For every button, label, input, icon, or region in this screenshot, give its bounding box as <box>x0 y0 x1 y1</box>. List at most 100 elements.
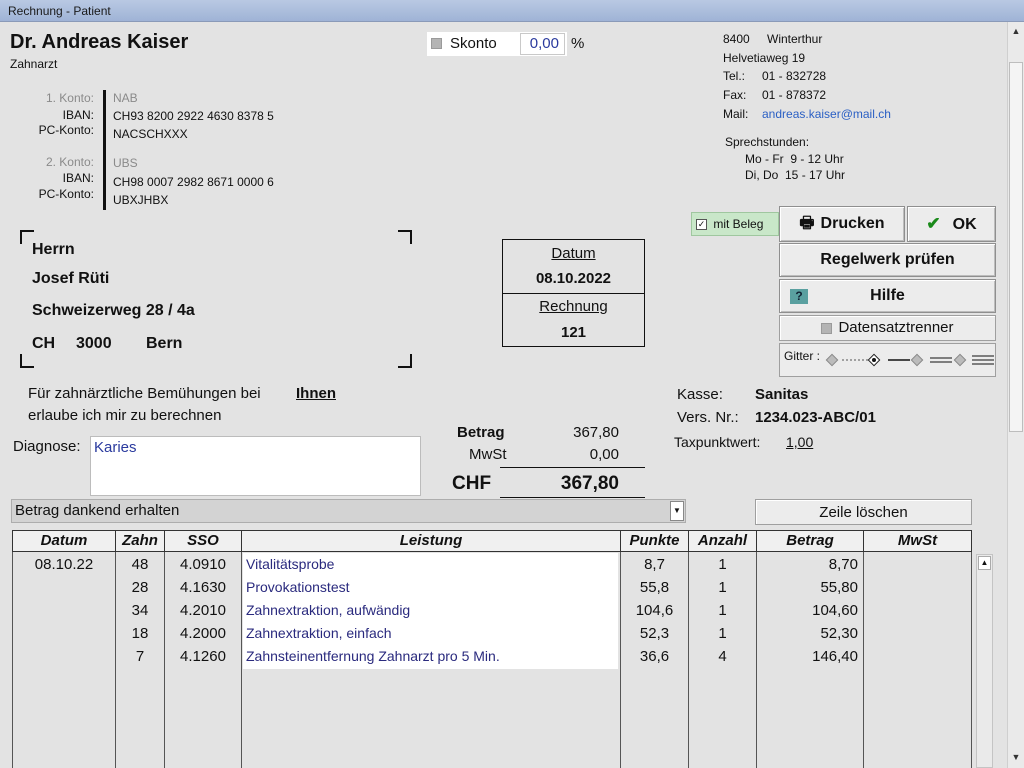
mwst-value: 0,00 <box>589 446 619 463</box>
recipient-corner-tr <box>398 230 412 244</box>
hours-line1: Mo - Fr 9 - 12 Uhr <box>745 152 844 166</box>
account1-iban-label: IBAN: <box>62 108 94 122</box>
cell-sso[interactable]: 4.1260 <box>165 648 241 665</box>
scroll-down-icon[interactable]: ▼ <box>1010 750 1022 764</box>
recipient-name: Josef Rüti <box>32 270 110 287</box>
skonto-group: Skonto 0,00 <box>427 32 567 56</box>
help-button[interactable]: ? Hilfe <box>779 279 996 313</box>
cell-punkte[interactable]: 104,6 <box>621 602 688 619</box>
status-combobox-value: Betrag dankend erhalten <box>15 502 180 519</box>
ok-check-icon: ✔ <box>926 214 941 233</box>
kasse-label: Kasse: <box>677 386 723 403</box>
cell-zahn[interactable]: 48 <box>116 556 164 573</box>
cell-sso[interactable]: 4.0910 <box>165 556 241 573</box>
cell-punkte[interactable]: 55,8 <box>621 579 688 596</box>
print-button[interactable]: 🖶 Drucken <box>779 206 905 242</box>
cell-betrag[interactable]: 55,80 <box>757 579 858 596</box>
col-header-datum[interactable]: Datum <box>12 530 116 552</box>
taxpunktwert-value[interactable]: 1,00 <box>786 434 813 450</box>
regelwerk-button[interactable]: Regelwerk prüfen <box>779 243 996 277</box>
col-header-betrag[interactable]: Betrag <box>756 530 864 552</box>
cell-punkte[interactable]: 8,7 <box>621 556 688 573</box>
cell-zahn[interactable]: 18 <box>116 625 164 642</box>
col-header-punkte[interactable]: Punkte <box>620 530 689 552</box>
cell-betrag[interactable]: 146,40 <box>757 648 858 665</box>
cell-anzahl[interactable]: 1 <box>689 602 756 619</box>
delete-row-button[interactable]: Zeile löschen <box>755 499 972 525</box>
cell-betrag[interactable]: 8,70 <box>757 556 858 573</box>
total-currency: CHF <box>452 473 492 494</box>
cell-betrag[interactable]: 52,30 <box>757 625 858 642</box>
account1-bank: NAB <box>113 91 138 105</box>
cell-zahn[interactable]: 34 <box>116 602 164 619</box>
gitter-group: Gitter : <box>779 343 996 377</box>
cell-anzahl[interactable]: 1 <box>689 625 756 642</box>
vers-value: 1234.023-ABC/01 <box>755 409 876 426</box>
account1-iban: CH93 8200 2922 4630 8378 5 <box>113 109 274 123</box>
datensatztrenner-checkbox[interactable] <box>821 322 833 334</box>
cell-leistung[interactable]: Zahnsteinentfernung Zahnarzt pro 5 Min. <box>246 648 616 664</box>
cell-betrag[interactable]: 104,60 <box>757 602 858 619</box>
account1-pc: NACSCHXXX <box>113 127 188 141</box>
cell-leistung[interactable]: Vitalitätsprobe <box>246 556 616 572</box>
tel-value: 01 - 832728 <box>762 69 827 83</box>
datensatztrenner-label: Datensatztrenner <box>838 319 954 336</box>
checkmark-icon: ✓ <box>696 219 707 231</box>
mail-link[interactable]: andreas.kaiser@mail.ch <box>762 107 891 121</box>
col-header-zahn[interactable]: Zahn <box>115 530 165 552</box>
col-header-leistung[interactable]: Leistung <box>241 530 621 552</box>
col-header-mwst[interactable]: MwSt <box>863 530 972 552</box>
cell-datum[interactable]: 08.10.22 <box>14 556 114 573</box>
cell-punkte[interactable]: 36,6 <box>621 648 688 665</box>
mit-beleg-toggle[interactable]: ✓ mit Beleg <box>691 212 779 236</box>
printer-icon: 🖶 <box>799 215 815 232</box>
page-scrollbar[interactable]: ▲ ▼ <box>1007 22 1024 768</box>
skonto-checkbox[interactable] <box>431 38 442 49</box>
recipient-salutation: Herrn <box>32 241 75 258</box>
cell-leistung[interactable]: Provokationstest <box>246 579 616 595</box>
cell-zahn[interactable]: 7 <box>116 648 164 665</box>
col-header-anzahl[interactable]: Anzahl <box>688 530 757 552</box>
intro-line1: Für zahnärztliche Bemühungen bei <box>28 385 261 402</box>
cell-leistung[interactable]: Zahnextraktion, einfach <box>246 625 616 641</box>
date-label: Datum <box>551 245 596 262</box>
help-icon: ? <box>790 289 808 304</box>
recipient-city: Bern <box>146 335 183 352</box>
address-street: Helvetiaweg 19 <box>723 51 806 65</box>
accounts-divider <box>103 90 106 210</box>
cell-sso[interactable]: 4.2010 <box>165 602 241 619</box>
cell-leistung[interactable]: Zahnextraktion, aufwändig <box>246 602 616 618</box>
gitter-option-4-icon <box>953 353 967 367</box>
cell-punkte[interactable]: 52,3 <box>621 625 688 642</box>
cell-sso[interactable]: 4.2000 <box>165 625 241 642</box>
status-combobox[interactable]: Betrag dankend erhalten ▼ <box>11 499 686 523</box>
recipient-zip: 3000 <box>76 335 112 352</box>
table-scrollbar[interactable]: ▲ <box>976 554 993 768</box>
doctor-name: Dr. Andreas Kaiser <box>10 31 189 53</box>
kasse-value: Sanitas <box>755 386 809 403</box>
skonto-label: Skonto <box>450 35 497 52</box>
fax-label: Fax: <box>723 88 747 102</box>
intro-line2: erlaube ich mir zu berechnen <box>28 407 222 424</box>
account2-bank: UBS <box>113 156 138 170</box>
diagnosis-field[interactable]: Karies <box>90 436 421 496</box>
cell-zahn[interactable]: 28 <box>116 579 164 596</box>
recipient-corner-br <box>398 354 412 368</box>
cell-anzahl[interactable]: 4 <box>689 648 756 665</box>
scroll-up-icon[interactable]: ▲ <box>1010 24 1022 38</box>
mwst-label: MwSt <box>469 446 507 463</box>
cell-sso[interactable]: 4.1630 <box>165 579 241 596</box>
skonto-input[interactable]: 0,00 <box>520 33 565 55</box>
intro-addressee[interactable]: Ihnen <box>296 385 336 402</box>
ok-button[interactable]: ✔ OK <box>907 206 996 242</box>
table-scroll-up-icon[interactable]: ▲ <box>978 556 991 570</box>
vers-label: Vers. Nr.: <box>677 409 739 426</box>
scroll-thumb[interactable] <box>1009 62 1023 432</box>
cell-anzahl[interactable]: 1 <box>689 556 756 573</box>
datensatztrenner-toggle[interactable]: Datensatztrenner <box>779 315 996 341</box>
gitter-options[interactable] <box>780 344 997 378</box>
chevron-down-icon[interactable]: ▼ <box>670 501 684 521</box>
cell-anzahl[interactable]: 1 <box>689 579 756 596</box>
col-header-sso[interactable]: SSO <box>164 530 242 552</box>
recipient-street: Schweizerweg 28 / 4a <box>32 302 195 319</box>
